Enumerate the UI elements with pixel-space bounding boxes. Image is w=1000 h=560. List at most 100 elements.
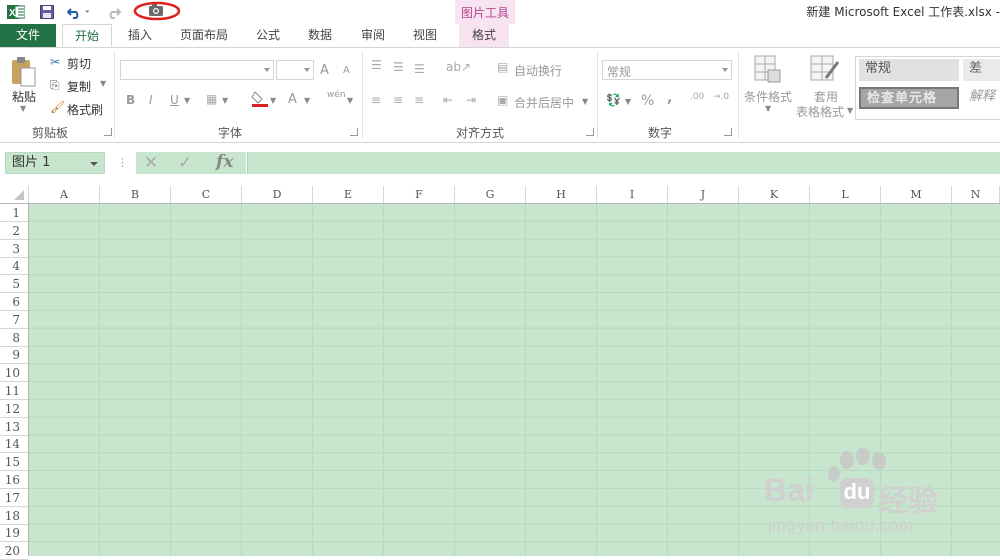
column-header[interactable]: D — [242, 186, 313, 203]
wrap-text-button[interactable]: 自动换行 — [514, 62, 562, 79]
row-header[interactable]: 15 — [0, 453, 28, 472]
tab-file[interactable]: 文件 — [0, 24, 56, 47]
tab-format[interactable]: 格式 — [459, 24, 509, 47]
row-header[interactable]: 3 — [0, 240, 28, 258]
tab-formulas[interactable]: 公式 — [246, 24, 290, 47]
formula-bar-grip-icon[interactable]: ⋮ — [117, 156, 128, 169]
conditional-format-button[interactable]: 条件格式 — [744, 88, 792, 105]
cut-button[interactable]: 剪切 — [67, 55, 91, 72]
cancel-icon[interactable]: ✕ — [144, 153, 158, 173]
row-header[interactable]: 2 — [0, 222, 28, 240]
column-header[interactable]: M — [881, 186, 952, 203]
scissors-icon[interactable]: ✂ — [50, 55, 60, 69]
tab-data[interactable]: 数据 — [298, 24, 342, 47]
underline-dropdown-icon[interactable]: ▼ — [184, 96, 190, 105]
merge-icon[interactable]: ▣ — [497, 93, 508, 107]
number-launcher-icon[interactable] — [724, 128, 732, 136]
select-all-corner[interactable] — [0, 186, 29, 203]
merge-center-button[interactable]: 合并后居中 — [514, 94, 574, 111]
tab-home[interactable]: 开始 — [62, 24, 112, 47]
column-header[interactable]: J — [668, 186, 739, 203]
font-color-dropdown-icon[interactable]: ▼ — [304, 96, 310, 105]
bold-button[interactable]: B — [126, 93, 135, 107]
wrap-text-icon[interactable]: ▤ — [497, 60, 508, 74]
row-header[interactable]: 9 — [0, 346, 28, 365]
shrink-font-button[interactable]: A — [343, 65, 350, 76]
row-header[interactable]: 7 — [0, 311, 28, 329]
row-header[interactable]: 18 — [0, 507, 28, 525]
row-header[interactable]: 17 — [0, 489, 28, 507]
row-header[interactable]: 12 — [0, 400, 28, 418]
format-as-table-icon[interactable] — [810, 54, 840, 86]
format-as-table-line2[interactable]: 表格格式 — [796, 103, 844, 120]
formula-input[interactable] — [247, 152, 1000, 174]
border-icon[interactable]: ▦ — [206, 92, 217, 106]
column-header[interactable]: G — [455, 186, 526, 203]
row-header[interactable]: 14 — [0, 435, 28, 454]
decrease-indent-icon[interactable]: ⇤ — [443, 93, 453, 107]
currency-icon[interactable]: 💱 — [606, 93, 621, 107]
format-painter-button[interactable]: 格式刷 — [67, 101, 103, 118]
copy-button[interactable]: 复制 — [67, 78, 91, 95]
align-center-icon[interactable]: ≡ — [393, 93, 403, 107]
fill-color-dropdown-icon[interactable]: ▼ — [270, 96, 276, 105]
row-header[interactable]: 19 — [0, 524, 28, 543]
orientation-icon[interactable]: ab↗ — [446, 60, 471, 74]
row-header[interactable]: 20 — [0, 542, 28, 560]
row-header[interactable]: 1 — [0, 204, 28, 222]
row-header[interactable]: 13 — [0, 418, 28, 436]
align-right-icon[interactable]: ≡ — [414, 93, 424, 107]
increase-decimal-icon[interactable]: .00 — [690, 92, 704, 102]
row-header[interactable]: 4 — [0, 257, 28, 276]
style-bad[interactable]: 差 — [963, 59, 1000, 81]
style-check-cell[interactable]: 检查单元格 — [859, 87, 959, 109]
font-launcher-icon[interactable] — [350, 128, 358, 136]
fill-color-icon[interactable] — [251, 90, 269, 108]
font-color-button[interactable]: A — [288, 92, 297, 107]
column-header[interactable]: B — [100, 186, 171, 203]
conditional-format-icon[interactable] — [754, 54, 782, 86]
insert-function-icon[interactable]: fx — [216, 152, 233, 172]
undo-icon[interactable] — [66, 3, 92, 20]
column-header[interactable]: K — [739, 186, 810, 203]
merge-dropdown-icon[interactable]: ▼ — [582, 97, 588, 106]
italic-button[interactable]: I — [149, 93, 153, 107]
column-header[interactable]: F — [384, 186, 455, 203]
save-icon[interactable] — [38, 3, 56, 20]
copy-icon[interactable]: ⎘ — [50, 78, 60, 93]
column-header[interactable]: E — [313, 186, 384, 203]
name-box[interactable]: 图片 1 — [5, 152, 105, 174]
alignment-launcher-icon[interactable] — [586, 128, 594, 136]
align-bottom-icon[interactable]: ☰ — [414, 62, 425, 76]
row-header[interactable]: 5 — [0, 275, 28, 294]
camera-icon[interactable] — [132, 0, 184, 22]
redo-icon[interactable] — [104, 3, 130, 20]
font-name-combo[interactable] — [120, 60, 274, 80]
phonetic-icon[interactable]: wén — [327, 90, 346, 100]
border-dropdown-icon[interactable]: ▼ — [222, 96, 228, 105]
row-header[interactable]: 11 — [0, 382, 28, 400]
enter-icon[interactable]: ✓ — [178, 153, 192, 173]
align-middle-icon[interactable]: ☰ — [393, 60, 404, 74]
row-header[interactable]: 10 — [0, 364, 28, 383]
font-size-combo[interactable] — [276, 60, 314, 80]
align-top-icon[interactable]: ☰ — [371, 58, 382, 72]
align-left-icon[interactable]: ≡ — [371, 93, 381, 107]
row-header[interactable]: 6 — [0, 293, 28, 311]
paste-icon[interactable] — [9, 56, 39, 88]
row-header[interactable]: 8 — [0, 329, 28, 347]
percent-button[interactable]: % — [641, 93, 654, 109]
grow-font-button[interactable]: A — [320, 63, 329, 78]
style-normal[interactable]: 常规 — [859, 59, 959, 81]
format-painter-icon[interactable]: 🖌 — [50, 100, 65, 114]
conditional-format-dropdown-icon[interactable]: ▼ — [765, 104, 771, 113]
increase-indent-icon[interactable]: ⇥ — [466, 93, 476, 107]
tab-view[interactable]: 视图 — [403, 24, 447, 47]
tab-review[interactable]: 审阅 — [351, 24, 395, 47]
format-as-table-dropdown-icon[interactable]: ▼ — [847, 106, 853, 115]
column-header[interactable]: L — [810, 186, 881, 203]
phonetic-dropdown-icon[interactable]: ▼ — [347, 96, 353, 105]
row-header[interactable]: 16 — [0, 471, 28, 489]
copy-dropdown-icon[interactable]: ▼ — [100, 79, 106, 88]
column-header[interactable]: N — [952, 186, 1000, 203]
